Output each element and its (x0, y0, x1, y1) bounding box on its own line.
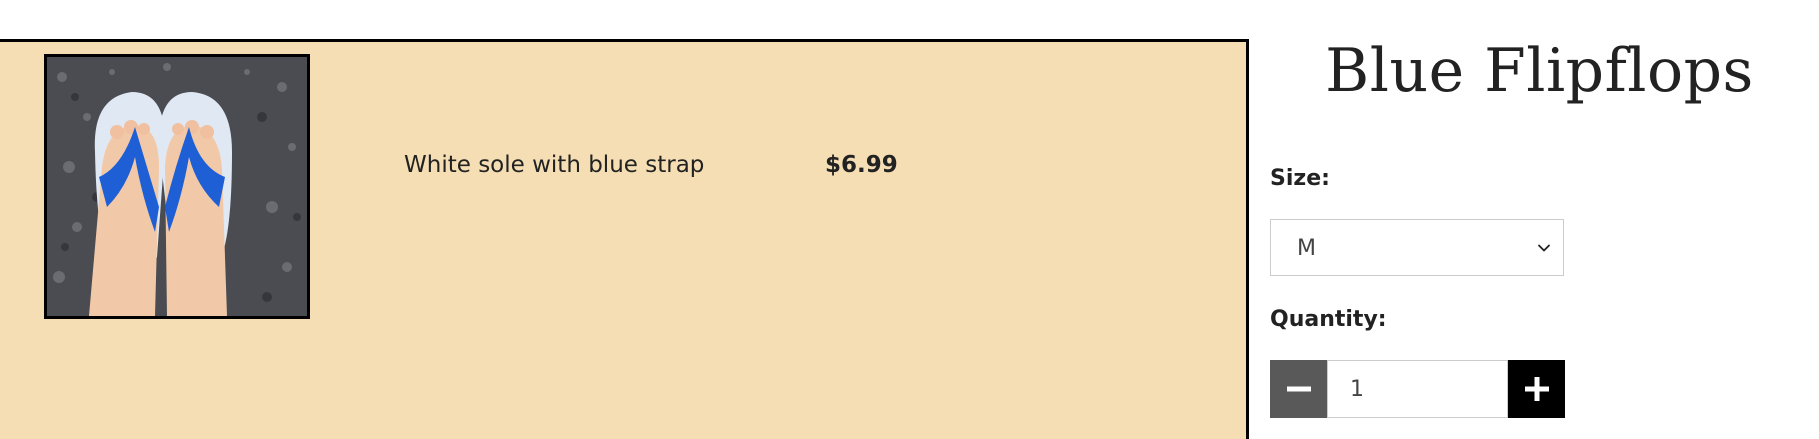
increase-quantity-button[interactable] (1508, 360, 1565, 418)
flipflops-photo-icon (47, 57, 307, 316)
quantity-input[interactable]: 1 (1327, 360, 1508, 418)
size-select[interactable]: M (1270, 219, 1564, 276)
product-image (44, 54, 310, 319)
product-panel: White sole with blue strap $6.99 (0, 39, 1249, 439)
quantity-label: Quantity: (1270, 307, 1387, 332)
size-selected-value: M (1297, 236, 1316, 261)
size-label: Size: (1270, 166, 1330, 191)
plus-icon (1525, 377, 1549, 401)
product-price: $6.99 (825, 152, 898, 178)
chevron-down-icon (1538, 244, 1550, 252)
product-page: White sole with blue strap $6.99 Blue Fl… (0, 0, 1819, 439)
product-description: White sole with blue strap (404, 152, 705, 178)
minus-icon (1287, 386, 1311, 392)
quantity-value: 1 (1350, 377, 1364, 402)
product-title: Blue Flipflops (1325, 36, 1754, 106)
quantity-stepper: 1 (1270, 360, 1565, 418)
decrease-quantity-button[interactable] (1270, 360, 1327, 418)
